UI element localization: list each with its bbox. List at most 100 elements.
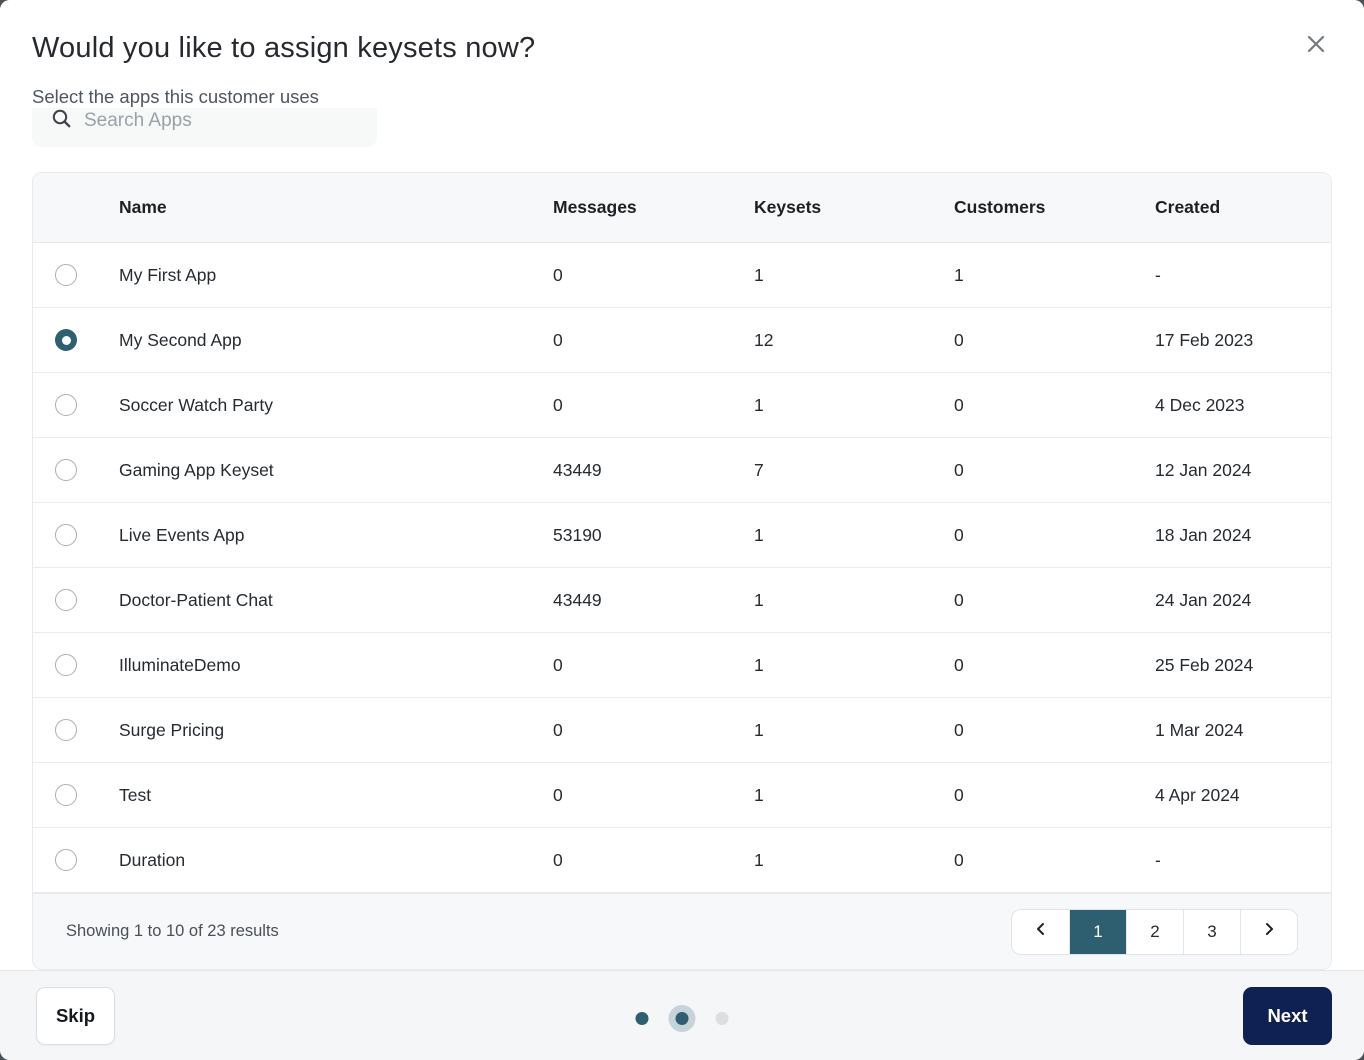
customers-value: 1 <box>954 264 964 285</box>
results-summary: Showing 1 to 10 of 23 results <box>66 922 279 940</box>
customers-value: 0 <box>954 524 964 545</box>
created-value: 4 Dec 2023 <box>1155 394 1245 415</box>
radio-button[interactable] <box>55 264 77 286</box>
customers-value: 0 <box>954 589 964 610</box>
messages-value: 0 <box>553 849 563 870</box>
radio-button[interactable] <box>55 784 77 806</box>
radio-button[interactable] <box>55 849 77 871</box>
customers-value: 0 <box>954 654 964 675</box>
step-indicator <box>635 1012 729 1025</box>
search-icon <box>32 109 71 133</box>
table-row[interactable]: IlluminateDemo 0 1 0 25 Feb 2024 <box>33 633 1331 698</box>
messages-value: 0 <box>553 329 563 350</box>
app-name: Test <box>119 784 152 805</box>
keysets-value: 1 <box>754 524 764 545</box>
radio-button[interactable] <box>55 524 77 546</box>
modal-subtitle: Select the apps this customer uses <box>32 86 319 107</box>
created-value: 18 Jan 2024 <box>1155 524 1252 545</box>
table-row[interactable]: Live Events App 53190 1 0 18 Jan 2024 <box>33 503 1331 568</box>
customers-value: 0 <box>954 329 964 350</box>
search-input[interactable] <box>84 109 354 132</box>
table-row[interactable]: Doctor-Patient Chat 43449 1 0 24 Jan 202… <box>33 568 1331 633</box>
messages-value: 0 <box>553 719 563 740</box>
customers-value: 0 <box>954 459 964 480</box>
radio-button[interactable] <box>55 589 77 611</box>
radio-button[interactable] <box>55 654 77 676</box>
customers-value: 0 <box>954 394 964 415</box>
keysets-value: 12 <box>754 329 774 350</box>
radio-button[interactable] <box>55 719 77 741</box>
pagination-page-3[interactable]: 3 <box>1183 909 1240 954</box>
radio-button[interactable] <box>55 459 77 481</box>
radio-button[interactable] <box>55 394 77 416</box>
app-name: Duration <box>119 849 186 870</box>
modal-footer-bar: Skip Next <box>0 970 1364 1060</box>
pagination-page-1[interactable]: 1 <box>1069 909 1126 954</box>
table-row[interactable]: My First App 0 1 1 - <box>33 243 1331 308</box>
customers-value: 0 <box>954 849 964 870</box>
messages-value: 0 <box>553 264 563 285</box>
created-value: - <box>1155 849 1161 870</box>
apps-table: Name Messages Keysets Customers Created … <box>32 172 1332 970</box>
keysets-value: 7 <box>754 459 764 480</box>
created-value: 1 Mar 2024 <box>1155 719 1244 740</box>
close-button[interactable] <box>1304 32 1328 56</box>
app-name: My First App <box>119 264 217 285</box>
pagination: 1 2 3 <box>1011 908 1298 955</box>
table-row[interactable]: Surge Pricing 0 1 0 1 Mar 2024 <box>33 698 1331 763</box>
column-header-keysets: Keysets <box>754 197 822 217</box>
app-name: Soccer Watch Party <box>119 394 273 415</box>
table-row[interactable]: My Second App 0 12 0 17 Feb 2023 <box>33 308 1331 373</box>
table-header-row: Name Messages Keysets Customers Created <box>33 173 1331 243</box>
step-dot-3 <box>715 1012 729 1025</box>
app-name: Doctor-Patient Chat <box>119 589 273 610</box>
messages-value: 43449 <box>553 459 602 480</box>
keysets-value: 1 <box>754 654 764 675</box>
created-value: 4 Apr 2024 <box>1155 784 1240 805</box>
skip-button[interactable]: Skip <box>36 987 115 1045</box>
column-header-messages: Messages <box>553 197 637 217</box>
table-footer: Showing 1 to 10 of 23 results 1 2 3 <box>33 893 1331 969</box>
next-button[interactable]: Next <box>1243 987 1332 1045</box>
app-name: Surge Pricing <box>119 719 225 740</box>
step-dot-1 <box>635 1012 649 1025</box>
pagination-page-2[interactable]: 2 <box>1126 909 1183 954</box>
column-header-name: Name <box>119 197 167 217</box>
table-row[interactable]: Test 0 1 0 4 Apr 2024 <box>33 763 1331 828</box>
column-header-created: Created <box>1155 197 1221 217</box>
created-value: 12 Jan 2024 <box>1155 459 1252 480</box>
keysets-value: 1 <box>754 849 764 870</box>
chevron-right-icon <box>1261 921 1277 942</box>
assign-keysets-modal: Would you like to assign keysets now? Se… <box>0 0 1364 1060</box>
keysets-value: 1 <box>754 784 764 805</box>
keysets-value: 1 <box>754 394 764 415</box>
app-name: My Second App <box>119 329 242 350</box>
table-row[interactable]: Duration 0 1 0 - <box>33 828 1331 893</box>
messages-value: 0 <box>553 654 563 675</box>
pagination-next-button[interactable] <box>1240 909 1297 954</box>
keysets-value: 1 <box>754 719 764 740</box>
step-dot-2 <box>675 1012 689 1025</box>
customers-value: 0 <box>954 719 964 740</box>
app-name: Live Events App <box>119 524 245 545</box>
keysets-value: 1 <box>754 589 764 610</box>
customers-value: 0 <box>954 784 964 805</box>
messages-value: 43449 <box>553 589 602 610</box>
column-header-customers: Customers <box>954 197 1046 217</box>
radio-button[interactable] <box>55 329 77 351</box>
messages-value: 0 <box>553 784 563 805</box>
table-row[interactable]: Gaming App Keyset 43449 7 0 12 Jan 2024 <box>33 438 1331 503</box>
keysets-value: 1 <box>754 264 764 285</box>
messages-value: 53190 <box>553 524 602 545</box>
messages-value: 0 <box>553 394 563 415</box>
close-icon <box>1304 35 1328 59</box>
app-name: IlluminateDemo <box>119 654 241 675</box>
created-value: - <box>1155 264 1161 285</box>
table-row[interactable]: Soccer Watch Party 0 1 0 4 Dec 2023 <box>33 373 1331 438</box>
page-title: Would you like to assign keysets now? <box>32 32 536 64</box>
created-value: 25 Feb 2024 <box>1155 654 1254 675</box>
created-value: 24 Jan 2024 <box>1155 589 1252 610</box>
app-name: Gaming App Keyset <box>119 459 274 480</box>
modal-header: Would you like to assign keysets now? Se… <box>0 0 1364 108</box>
pagination-prev-button[interactable] <box>1012 909 1069 954</box>
